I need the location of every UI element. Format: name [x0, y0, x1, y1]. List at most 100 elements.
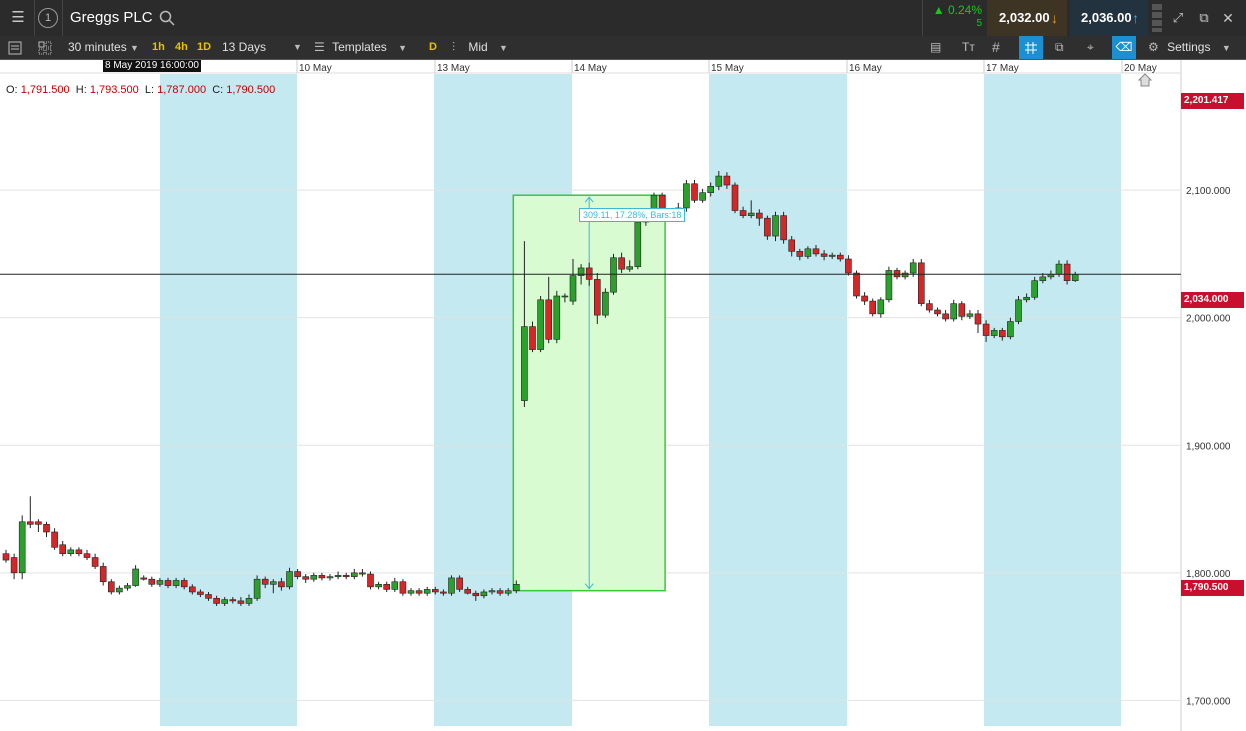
- candle-body: [772, 215, 779, 237]
- candle-body: [75, 549, 83, 554]
- ohlc-readout: O: 1,791.500 H: 1,793.500 L: 1,787.000 C…: [6, 84, 275, 96]
- divider: [922, 0, 923, 36]
- x-tick-label: 10 May: [299, 63, 332, 74]
- window-link-number[interactable]: 1: [38, 8, 58, 28]
- y-tick-label: 1,900.000: [1186, 441, 1231, 452]
- candle-body: [310, 575, 318, 580]
- candle-body: [934, 309, 941, 315]
- instrument-title: Greggs PLC: [70, 9, 153, 26]
- candle-body: [699, 192, 706, 201]
- candle-body: [302, 576, 310, 580]
- candle-body: [974, 313, 982, 325]
- templates-label: Templates: [332, 40, 387, 54]
- measure-tool-label[interactable]: 309.11, 17.28%, Bars:18: [579, 208, 686, 222]
- price-type-select[interactable]: ⫶ Mid ▼: [452, 36, 508, 59]
- candle-body: [521, 326, 528, 401]
- sell-price: 2,032.00: [999, 10, 1050, 25]
- candle-body: [399, 581, 407, 594]
- quick-interval-1h[interactable]: 1h: [152, 36, 165, 59]
- candle-body: [83, 553, 91, 558]
- candle-body: [569, 275, 577, 302]
- candle-body: [18, 521, 26, 574]
- candle-body: [707, 185, 715, 193]
- candle-body: [901, 272, 909, 278]
- quick-interval-1d[interactable]: 1D: [197, 36, 211, 59]
- candle-body: [140, 577, 147, 580]
- candle-body: [764, 217, 771, 237]
- candle-body: [1071, 274, 1079, 281]
- search-icon[interactable]: [157, 0, 177, 36]
- settings-button[interactable]: ⚙ Settings ▼: [1148, 36, 1231, 59]
- candle-body: [909, 262, 917, 274]
- candle-body: [35, 521, 42, 525]
- candle-body: [804, 248, 812, 257]
- low-value: 1,787.000: [157, 84, 207, 96]
- candle-body: [108, 581, 115, 593]
- hamburger-menu-icon[interactable]: ☰: [7, 0, 29, 36]
- copy-icon[interactable]: ⧉: [1055, 36, 1064, 59]
- candle-body: [440, 591, 447, 594]
- candle-body: [132, 568, 139, 586]
- top-price-badge: 2,201.417: [1181, 93, 1244, 109]
- sell-price-button[interactable]: 2,032.00 ↓: [987, 0, 1067, 36]
- session-band: [160, 74, 297, 726]
- text-tool-icon[interactable]: Tт: [962, 36, 975, 59]
- candle-body: [464, 589, 472, 594]
- chevron-down-icon: ▼: [499, 43, 508, 53]
- expand-icon[interactable]: ⤢: [1168, 0, 1188, 36]
- crosshair-icon[interactable]: ⌖: [1087, 36, 1094, 59]
- candle-body: [359, 572, 366, 575]
- scroll-to-end-icon[interactable]: [1137, 73, 1153, 92]
- price-change-points: 5: [976, 18, 982, 29]
- candle-body: [861, 295, 868, 302]
- layout-grid-icon[interactable]: [38, 36, 52, 59]
- chart-list-icon[interactable]: [8, 36, 22, 59]
- candle-body: [375, 583, 382, 588]
- buy-price-button[interactable]: 2,036.00 ↑: [1070, 0, 1148, 36]
- candle-body: [828, 254, 836, 257]
- candle-body: [788, 239, 796, 252]
- close-icon[interactable]: ✕: [1218, 0, 1238, 36]
- close-label: C:: [212, 84, 224, 96]
- candle-body: [561, 295, 569, 298]
- candle-body: [853, 272, 860, 297]
- d-button[interactable]: D: [429, 36, 437, 59]
- interval-label: 30 minutes: [68, 40, 127, 54]
- quick-interval-4h[interactable]: 4h: [175, 36, 188, 59]
- close-value: 1,790.500: [226, 84, 276, 96]
- candle-body: [1063, 263, 1071, 281]
- popout-icon[interactable]: ⧉: [1194, 0, 1214, 36]
- candle-body: [91, 557, 99, 567]
- last-price-badge: 1,790.500: [1181, 580, 1244, 596]
- candle-body: [318, 575, 326, 579]
- candle-body: [966, 313, 974, 317]
- chevron-down-icon[interactable]: ▼: [293, 36, 302, 59]
- grid-icon[interactable]: #: [992, 36, 1000, 59]
- range-label: 13 Days: [222, 40, 267, 54]
- tag-icon[interactable]: ⌫: [1112, 36, 1136, 59]
- candle-body: [43, 524, 50, 533]
- candle-body: [747, 212, 755, 216]
- candle-body: [269, 581, 277, 585]
- candle-body: [431, 589, 439, 593]
- candle-body: [205, 594, 212, 599]
- candle-body: [1055, 263, 1063, 275]
- candle-body: [2, 553, 10, 561]
- candle-body: [237, 600, 245, 604]
- candle-body: [893, 270, 901, 278]
- price-chart[interactable]: 2,100.000 2,000.000 1,900.000 1,800.000 1,70…: [0, 60, 1246, 731]
- candle-body: [723, 175, 731, 186]
- crosshair-grid-icon[interactable]: [1019, 36, 1043, 59]
- low-label: L:: [144, 84, 155, 96]
- candle-body: [286, 571, 293, 588]
- range-select[interactable]: 13 Days: [222, 36, 266, 59]
- candle-body: [407, 590, 415, 594]
- x-tick-label: 14 May: [574, 63, 607, 74]
- candle-body: [917, 262, 925, 304]
- indicator-icon[interactable]: ▤: [930, 36, 941, 59]
- order-depth-icon[interactable]: [1152, 3, 1162, 33]
- candle-body: [982, 323, 990, 336]
- templates-button[interactable]: ☰ Templates ▼: [314, 36, 407, 59]
- interval-select[interactable]: 30 minutes ▼: [68, 36, 139, 59]
- candle-body: [124, 585, 131, 589]
